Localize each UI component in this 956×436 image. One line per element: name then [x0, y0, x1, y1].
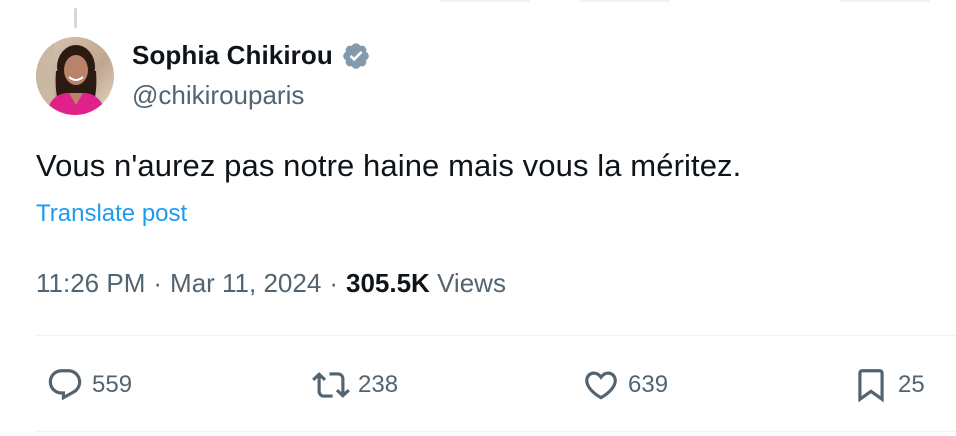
verified-badge-icon [343, 42, 369, 69]
divider [36, 335, 956, 336]
bookmark-count: 25 [898, 371, 925, 398]
top-divider [840, 0, 930, 2]
repost-count: 238 [358, 371, 399, 398]
top-divider [580, 0, 670, 2]
repost-icon [312, 372, 350, 398]
reply-count: 559 [92, 371, 133, 398]
reply-icon [48, 369, 82, 401]
author-display-name[interactable]: Sophia Chikirou [132, 40, 333, 71]
reply-button[interactable]: 559 [46, 360, 132, 410]
meta-separator: · [153, 268, 163, 298]
avatar-image [36, 37, 114, 115]
like-count: 639 [628, 371, 669, 398]
repost-button[interactable]: 238 [312, 360, 398, 410]
thread-connector-line [74, 8, 77, 28]
top-divider [440, 0, 530, 2]
post-date[interactable]: Mar 11, 2024 [170, 268, 321, 298]
post-text: Vous n'aurez pas notre haine mais vous l… [36, 148, 742, 183]
like-button[interactable]: 639 [582, 360, 668, 410]
bookmark-button[interactable]: 25 [852, 360, 925, 410]
avatar[interactable] [36, 37, 114, 115]
action-bar: 559 238 639 25 [0, 360, 956, 410]
post-detail: Sophia Chikirou @chikirouparis Vous n'au… [0, 0, 956, 436]
post-metadata: 11:26 PM · Mar 11, 2024 · 305.5K Views [36, 268, 506, 299]
meta-separator: · [329, 268, 338, 298]
translate-post-link[interactable]: Translate post [36, 200, 187, 228]
heart-icon [585, 371, 617, 400]
views-label: Views [437, 268, 506, 298]
post-time[interactable]: 11:26 PM [36, 268, 145, 298]
divider [36, 431, 956, 432]
bookmark-icon [858, 369, 884, 403]
author-name-row[interactable]: Sophia Chikirou [132, 40, 371, 71]
author-handle[interactable]: @chikirouparis [132, 80, 304, 111]
views-count[interactable]: 305.5K [346, 268, 430, 298]
